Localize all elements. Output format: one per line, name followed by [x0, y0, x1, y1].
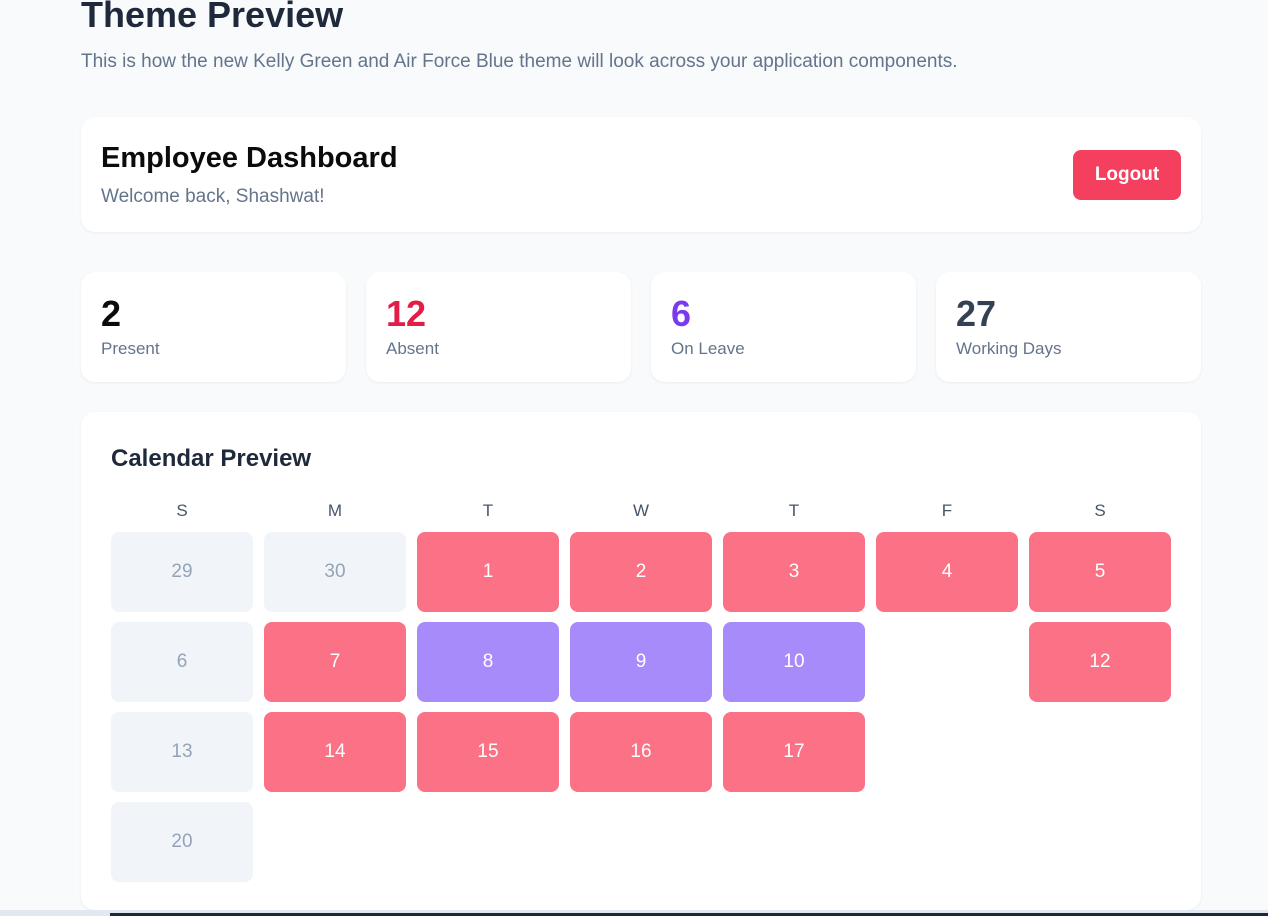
calendar-title: Calendar Preview — [111, 445, 312, 472]
calendar-day[interactable]: 7 — [264, 622, 406, 702]
calendar-day[interactable]: 16 — [570, 712, 712, 792]
weekday-header: T — [788, 501, 800, 520]
calendar-day[interactable]: 13 — [111, 712, 253, 792]
stat-value: 2 — [101, 293, 122, 334]
page: Theme Preview This is how the new Kelly … — [0, 0, 1268, 916]
calendar-day[interactable]: 10 — [723, 622, 865, 702]
calendar-day[interactable]: 2 — [570, 532, 712, 612]
weekday-header: W — [632, 501, 650, 520]
weekday-header: F — [941, 501, 953, 520]
calendar-day[interactable]: 14 — [264, 712, 406, 792]
page-title: Theme Preview — [81, 0, 344, 35]
welcome-message: Welcome back, Shashwat! — [101, 186, 325, 207]
weekday-header: S — [1094, 501, 1106, 520]
stat-value: 27 — [956, 293, 997, 334]
calendar-day-empty — [876, 712, 1018, 792]
calendar-preview: Calendar Preview S M T W T F S 29 30 1 2 3 4 5… — [81, 412, 1201, 910]
calendar-day[interactable]: 1 — [417, 532, 559, 612]
calendar-day[interactable]: 20 — [111, 802, 253, 882]
calendar-day[interactable]: 8 — [417, 622, 559, 702]
stat-label: Present — [101, 339, 160, 358]
weekday-header: T — [482, 501, 494, 520]
calendar-day[interactable]: 17 — [723, 712, 865, 792]
stat-card-present: 2 Present — [81, 272, 346, 382]
weekday-header: M — [327, 501, 343, 520]
stat-label: Working Days — [956, 339, 1062, 358]
calendar-day[interactable]: 4 — [876, 532, 1018, 612]
stat-label: On Leave — [671, 339, 745, 358]
calendar-day[interactable]: 9 — [570, 622, 712, 702]
calendar-day[interactable]: 3 — [723, 532, 865, 612]
stat-value: 12 — [386, 293, 427, 334]
dashboard-title: Employee Dashboard — [101, 142, 398, 174]
weekday-header: S — [176, 501, 188, 520]
calendar-day[interactable]: 30 — [264, 532, 406, 612]
dashboard-header: Employee Dashboard Welcome back, Shashwa… — [81, 117, 1201, 232]
calendar-day[interactable]: 5 — [1029, 532, 1171, 612]
stat-card-working-days: 27 Working Days — [936, 272, 1201, 382]
stat-value: 6 — [671, 293, 692, 334]
calendar-day[interactable]: 29 — [111, 532, 253, 612]
stat-label: Absent — [386, 339, 439, 358]
logout-button[interactable]: Logout — [1073, 150, 1181, 200]
calendar-day[interactable]: 15 — [417, 712, 559, 792]
calendar-day[interactable]: 12 — [1029, 622, 1171, 702]
calendar-day-empty — [1029, 712, 1171, 792]
calendar-day[interactable]: 6 — [111, 622, 253, 702]
stat-card-absent: 12 Absent — [366, 272, 631, 382]
calendar-day-empty — [876, 622, 1018, 702]
stat-card-on-leave: 6 On Leave — [651, 272, 916, 382]
page-subtitle: This is how the new Kelly Green and Air … — [81, 51, 958, 72]
